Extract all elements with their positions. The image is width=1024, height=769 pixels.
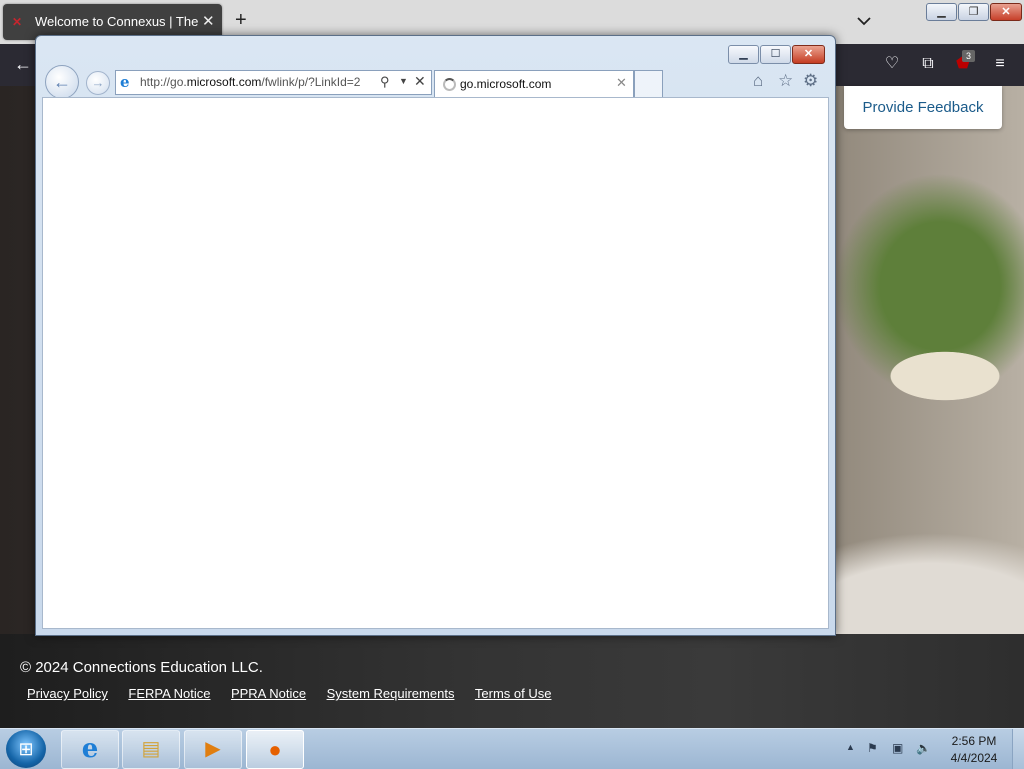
provide-feedback-label: Provide Feedback [862,99,984,116]
terms-of-use-link[interactable]: Terms of Use [475,686,552,701]
firefox-icon: ● [268,737,282,762]
restore-icon: ❐ [968,6,979,18]
ie-minimize-button[interactable]: ▁ [728,45,759,64]
close-tab-icon[interactable]: ✕ [616,75,627,91]
show-hidden-icons-icon[interactable]: ▲ [846,742,855,752]
extensions-icon[interactable]: ⧉ [918,54,938,74]
url-prefix: http://go. [140,75,187,89]
minimize-icon: ▁ [739,48,748,60]
firefox-minimize-button[interactable]: ▁ [926,3,957,21]
firefox-restore-button[interactable]: ❐ [958,3,989,21]
internet-explorer-icon: e [81,734,99,764]
action-center-flag-icon[interactable]: ⚑ [867,741,878,755]
search-icon[interactable]: ⚲ [380,74,390,90]
volume-muted-icon[interactable]: 🔈 [916,741,931,755]
address-url: http://go.microsoft.com/fwlink/p/?LinkId… [140,75,376,89]
system-requirements-link[interactable]: System Requirements [327,686,455,701]
media-player-icon: ▶ [205,738,221,760]
clock-date[interactable]: 4/4/2024 [946,751,1002,765]
close-tab-icon[interactable]: ✕ [202,12,215,30]
minimize-icon: ▁ [937,6,946,18]
dropdown-arrow-icon[interactable]: ▼ [399,76,408,86]
close-icon: ✕ [1001,6,1011,18]
favorites-star-icon[interactable]: ☆ [778,71,793,91]
ferpa-notice-link[interactable]: FERPA Notice [128,686,210,701]
taskbar-firefox[interactable]: ● [246,730,304,769]
network-icon[interactable]: ▣ [892,741,903,755]
new-tab-button[interactable]: + [235,10,247,30]
firefox-tab-title: Welcome to Connexus | The Education [35,14,200,29]
provide-feedback-button[interactable]: Provide Feedback [844,86,1002,129]
ie-close-button[interactable]: ✕ [792,45,825,64]
ie-forward-button[interactable]: → [86,71,110,95]
maximize-icon: ☐ [770,48,781,60]
forward-arrow-icon: → [91,75,105,90]
footer-links: Privacy Policy FERPA Notice PPRA Notice … [27,685,567,703]
copyright-text: © 2024 Connections Education LLC. [20,659,263,676]
hamburger-menu-icon[interactable]: ≡ [990,54,1010,74]
internet-explorer-icon: e [120,73,130,91]
ie-new-tab-button[interactable] [634,70,663,98]
windows-logo-icon: ⊞ [18,739,34,759]
start-button[interactable]: ⊞ [6,730,46,768]
taskbar-internet-explorer[interactable]: e [61,730,119,769]
clock-time[interactable]: 2:56 PM [946,734,1002,748]
taskbar-windows-explorer[interactable]: ▤ [122,730,180,769]
ie-back-button[interactable]: ← [45,65,79,99]
ie-page-content [42,97,829,629]
connexus-favicon-icon: ✕ [12,15,23,29]
home-icon[interactable]: ⌂ [753,71,763,91]
close-icon: ✕ [803,48,814,60]
pocket-icon[interactable]: ♡ [882,54,902,74]
firefox-close-button[interactable]: ✕ [990,3,1022,21]
tools-gear-icon[interactable]: ⚙ [803,71,818,91]
back-arrow-icon: ← [53,72,71,92]
ie-address-bar[interactable]: e http://go.microsoft.com/fwlink/p/?Link… [115,70,432,95]
page-footer: © 2024 Connections Education LLC. Privac… [0,634,1024,728]
back-arrow-icon[interactable]: ← [14,54,32,75]
internet-explorer-window: ▁ ☐ ✕ ← → e http://go.microsoft.com/fwli… [35,35,836,636]
taskbar-media-player[interactable]: ▶ [184,730,242,769]
show-desktop-button[interactable] [1012,729,1024,769]
stop-loading-icon[interactable]: ✕ [414,73,426,90]
url-suffix: /fwlink/p/?LinkId=2 [261,75,361,89]
tab-list-chevron-icon[interactable] [855,12,873,30]
url-domain: microsoft.com [186,75,262,89]
folder-icon: ▤ [141,738,161,760]
loading-spinner-icon [443,78,456,91]
ie-tab-title: go.microsoft.com [460,77,552,91]
privacy-policy-link[interactable]: Privacy Policy [27,686,108,701]
ie-tab-go-microsoft[interactable]: go.microsoft.com ✕ [434,70,634,98]
ppra-notice-link[interactable]: PPRA Notice [231,686,306,701]
ublock-badge: 3 [962,50,975,62]
windows-taskbar: ⊞ e ▤ ▶ ● ▲ ⚑ ▣ 🔈 2:56 PM 4/4/2024 [0,728,1024,769]
ie-maximize-button[interactable]: ☐ [760,45,791,64]
